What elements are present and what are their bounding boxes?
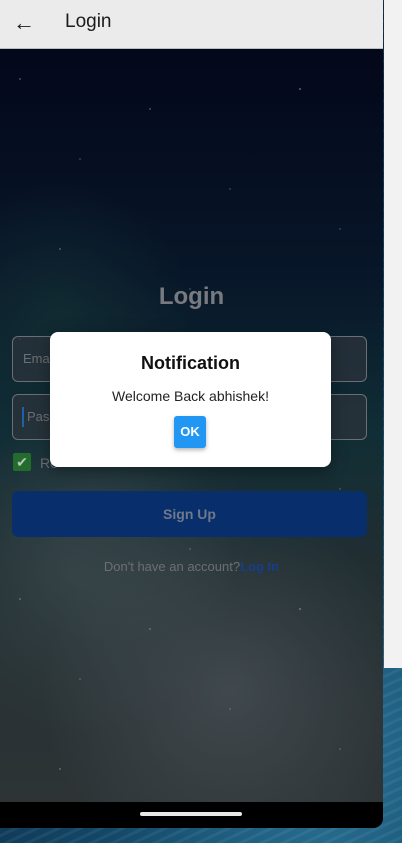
phone-screen: ← Login Login Ema Pass ✔ Re Sign Up Don'… [0,0,383,828]
ok-button[interactable]: OK [174,416,206,448]
back-arrow-icon[interactable]: ← [13,8,37,38]
home-gesture-handle[interactable] [140,812,242,816]
app-bar: ← Login [0,0,383,49]
app-bar-title: Login [65,11,112,32]
dialog-title: Notification [141,353,240,373]
dialog-message: Welcome Back abhishek! [112,388,269,404]
system-nav-bar [0,802,383,828]
side-panel [384,0,402,668]
notification-dialog: Notification Welcome Back abhishek! OK [50,332,331,467]
